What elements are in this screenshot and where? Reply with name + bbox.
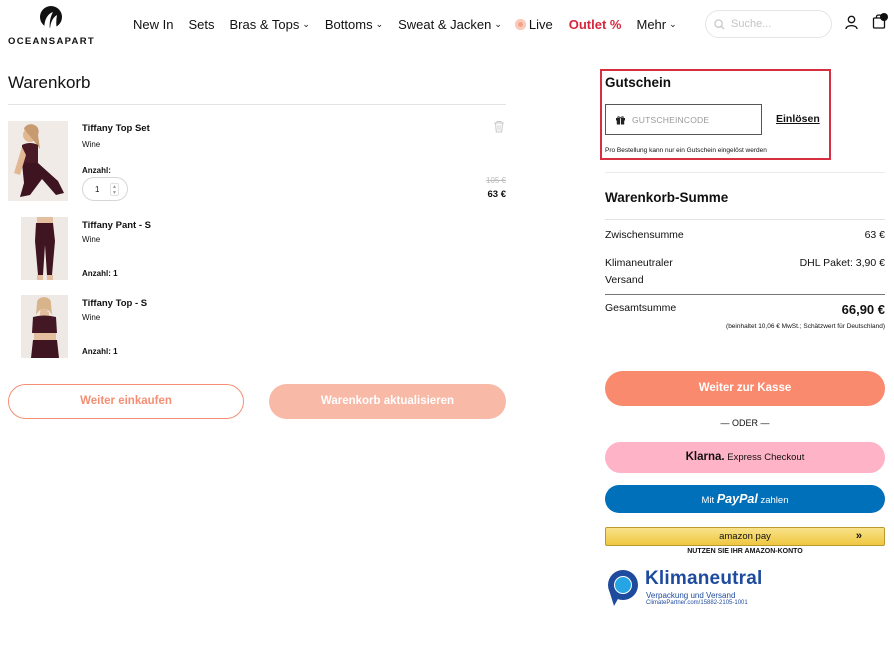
climate-title: Klimaneutral <box>645 568 763 589</box>
coupon-placeholder: GUTSCHEINCODE <box>632 114 710 125</box>
redeem-coupon-link[interactable]: Einlösen <box>776 113 820 125</box>
coupon-note: Pro Bestellung kann nur ein Gutschein ei… <box>605 147 767 154</box>
checkout-button[interactable]: Weiter zur Kasse <box>605 371 885 406</box>
nav-label: New In <box>133 16 174 32</box>
user-icon[interactable] <box>845 15 858 30</box>
chevron-down-icon: ⌄ <box>302 18 310 29</box>
live-dot-icon <box>514 18 526 30</box>
nav-bras-tops[interactable]: Bras & Tops ⌄ <box>229 17 309 32</box>
product-photo <box>21 217 68 280</box>
shipping-label: Klimaneutraler Versand <box>605 257 673 286</box>
sale-price: 63 € <box>487 189 507 200</box>
quantity-value: 1 <box>95 185 100 194</box>
continue-shopping-button[interactable]: Weiter einkaufen <box>8 384 244 419</box>
subtotal-label: Zwischensumme <box>605 229 684 241</box>
search-placeholder: Suche... <box>731 18 772 30</box>
nav-sets[interactable]: Sets <box>188 17 214 32</box>
climate-subtitle: Verpackung und Versand <box>646 591 736 600</box>
nav-new-in[interactable]: New In <box>133 17 173 32</box>
climate-id: ClimatePartner.com/15882-2105-1001 <box>646 600 748 606</box>
quantity-label: Anzahl: <box>82 166 111 175</box>
quantity-label: Anzahl: 1 <box>82 347 118 356</box>
gift-icon <box>616 115 625 124</box>
nav-label: Sets <box>188 16 215 32</box>
divider <box>8 104 506 105</box>
coupon-title: Gutschein <box>605 75 672 90</box>
nav-label: Outlet % <box>568 16 622 32</box>
product-image-tiffany-top-set[interactable] <box>8 121 68 201</box>
divider <box>605 172 885 173</box>
klarna-label: Express Checkout <box>727 452 805 463</box>
search-icon <box>714 18 725 30</box>
nav-label: Mehr <box>636 16 667 32</box>
trash-icon[interactable] <box>493 120 505 133</box>
nav-bottoms[interactable]: Bottoms ⌄ <box>325 17 383 32</box>
product-variant: Wine <box>82 313 101 322</box>
paypal-prefix: Mit <box>701 495 715 506</box>
chevron-down-icon: ⌄ <box>375 18 384 29</box>
klarna-express-button[interactable]: Klarna. Express Checkout <box>605 442 885 473</box>
product-image-tiffany-pant[interactable] <box>21 217 68 280</box>
paypal-suffix: zahlen <box>760 495 789 506</box>
brand-logo[interactable]: OCEANSAPART <box>8 4 95 47</box>
totals-title: Warenkorb-Summe <box>605 190 729 205</box>
paypal-button[interactable]: Mit PayPal zahlen <box>605 485 885 513</box>
search-input[interactable]: Suche... <box>705 10 832 38</box>
grand-total-label: Gesamtsumme <box>605 302 677 314</box>
update-cart-button[interactable]: Warenkorb aktualisieren <box>269 384 506 419</box>
nav-label: Bottoms <box>324 16 373 32</box>
grand-total-value: 66,90 € <box>841 302 885 317</box>
amazon-pay-logo: amazon pay <box>719 531 771 542</box>
divider <box>605 219 885 220</box>
shipping-value: DHL Paket: 3,90 € <box>799 257 885 269</box>
chevron-down-icon: ⌄ <box>669 18 677 29</box>
nav-mehr[interactable]: Mehr ⌄ <box>636 17 676 32</box>
original-price: 105 € <box>485 176 506 185</box>
nav-sweat-jacken[interactable]: Sweat & Jacken ⌄ <box>398 17 502 32</box>
quantity-label: Anzahl: 1 <box>82 269 118 278</box>
product-name[interactable]: Tiffany Top Set <box>82 123 150 134</box>
product-image-tiffany-top[interactable] <box>21 295 68 358</box>
nav-outlet[interactable]: Outlet % <box>569 17 622 32</box>
nav-label: Bras & Tops <box>229 16 300 32</box>
subtotal-value: 63 € <box>864 229 885 241</box>
page-title: Warenkorb <box>8 73 91 92</box>
product-photo <box>21 295 68 358</box>
brand-name: OCEANSAPART <box>8 36 95 47</box>
chevron-down-icon: ⌄ <box>494 18 502 29</box>
climate-neutral-badge[interactable]: Klimaneutral Verpackung und Versand Clim… <box>605 568 795 610</box>
tax-note: (beinhaltet 10,06 € MwSt.; Schätzwert fü… <box>726 323 885 330</box>
nav-label: Sweat & Jacken <box>398 16 492 32</box>
product-name[interactable]: Tiffany Top - S <box>82 298 147 309</box>
klarna-logo: Klarna. <box>685 451 725 463</box>
divider <box>605 294 885 295</box>
chevrons-right-icon: » <box>855 530 862 542</box>
product-name[interactable]: Tiffany Pant - S <box>82 220 151 231</box>
amazon-note: NUTZEN SIE IHR AMAZON-KONTO <box>687 548 803 555</box>
coupon-code-input[interactable]: GUTSCHEINCODE <box>605 104 762 135</box>
product-variant: Wine <box>82 235 101 244</box>
quantity-stepper[interactable]: 1 ▲ ▼ <box>82 177 128 201</box>
product-photo <box>8 121 68 201</box>
amazon-pay-button[interactable]: amazon pay » <box>605 527 885 546</box>
nav-live[interactable]: Live <box>514 16 553 32</box>
logo-icon <box>40 6 62 31</box>
nav-label: Live <box>528 16 553 32</box>
main-nav: New In Sets Bras & Tops ⌄ Bottoms ⌄ Sweat … <box>133 16 677 32</box>
cart-count-badge <box>880 13 888 21</box>
stepper-arrows-icon[interactable]: ▲ ▼ <box>110 183 119 196</box>
climate-pin-icon <box>608 570 638 606</box>
or-separator: — ODER — <box>720 418 770 428</box>
product-variant: Wine <box>82 140 101 149</box>
paypal-logo: PayPal <box>716 492 758 506</box>
